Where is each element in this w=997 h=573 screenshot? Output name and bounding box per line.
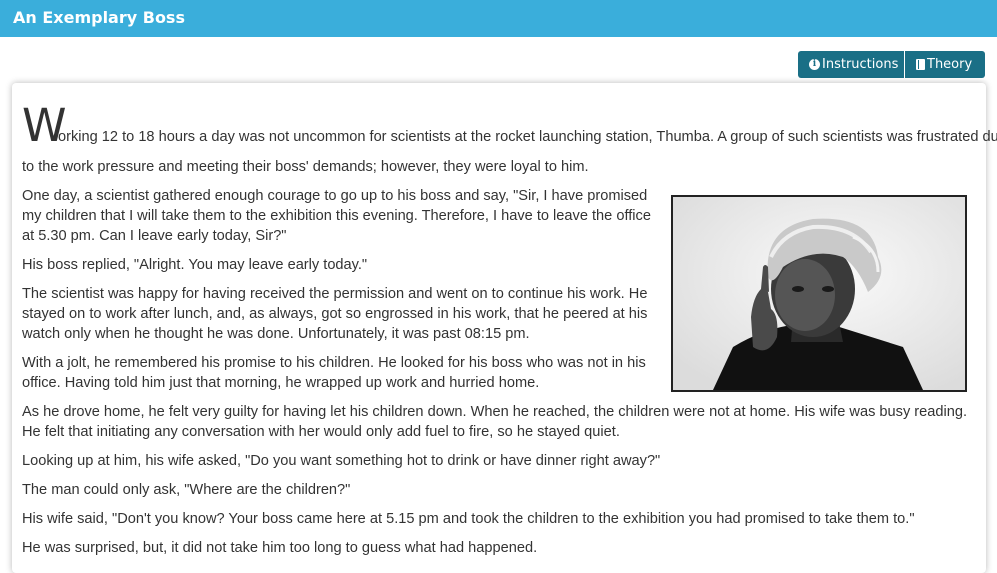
paragraph-1-line-2: to the work pressure and meeting their b…: [22, 159, 589, 175]
paragraph-6: As he drove home, he felt very guilty fo…: [22, 404, 968, 440]
instructions-label: Instructions: [822, 57, 899, 72]
toolbar: i Instructions Theory: [798, 51, 985, 78]
page-title: An Exemplary Boss: [13, 8, 185, 27]
app-header: An Exemplary Boss: [0, 0, 997, 37]
instructions-button[interactable]: i Instructions: [798, 51, 905, 78]
paragraph-4: The scientist was happy for having recei…: [22, 286, 648, 342]
portrait-image: [673, 197, 965, 390]
paragraph-7: Looking up at him, his wife asked, "Do y…: [22, 453, 661, 469]
paragraph-9: His wife said, "Don't you know? Your bos…: [22, 511, 915, 527]
theory-label: Theory: [927, 57, 973, 72]
paragraph-1-line-1: orking 12 to 18 hours a day was not unco…: [58, 129, 997, 145]
portrait-photo: [671, 195, 967, 392]
book-icon: [916, 59, 925, 70]
paragraph-3: His boss replied, "Alright. You may leav…: [22, 257, 368, 273]
paragraph-8: The man could only ask, "Where are the c…: [22, 482, 351, 498]
theory-button[interactable]: Theory: [905, 51, 985, 78]
paragraph-10: He was surprised, but, it did not take h…: [22, 540, 538, 556]
paragraph-2: One day, a scientist gathered enough cou…: [22, 188, 651, 244]
paragraph-5: With a jolt, he remembered his promise t…: [22, 355, 646, 391]
info-circle-icon: i: [809, 59, 820, 70]
